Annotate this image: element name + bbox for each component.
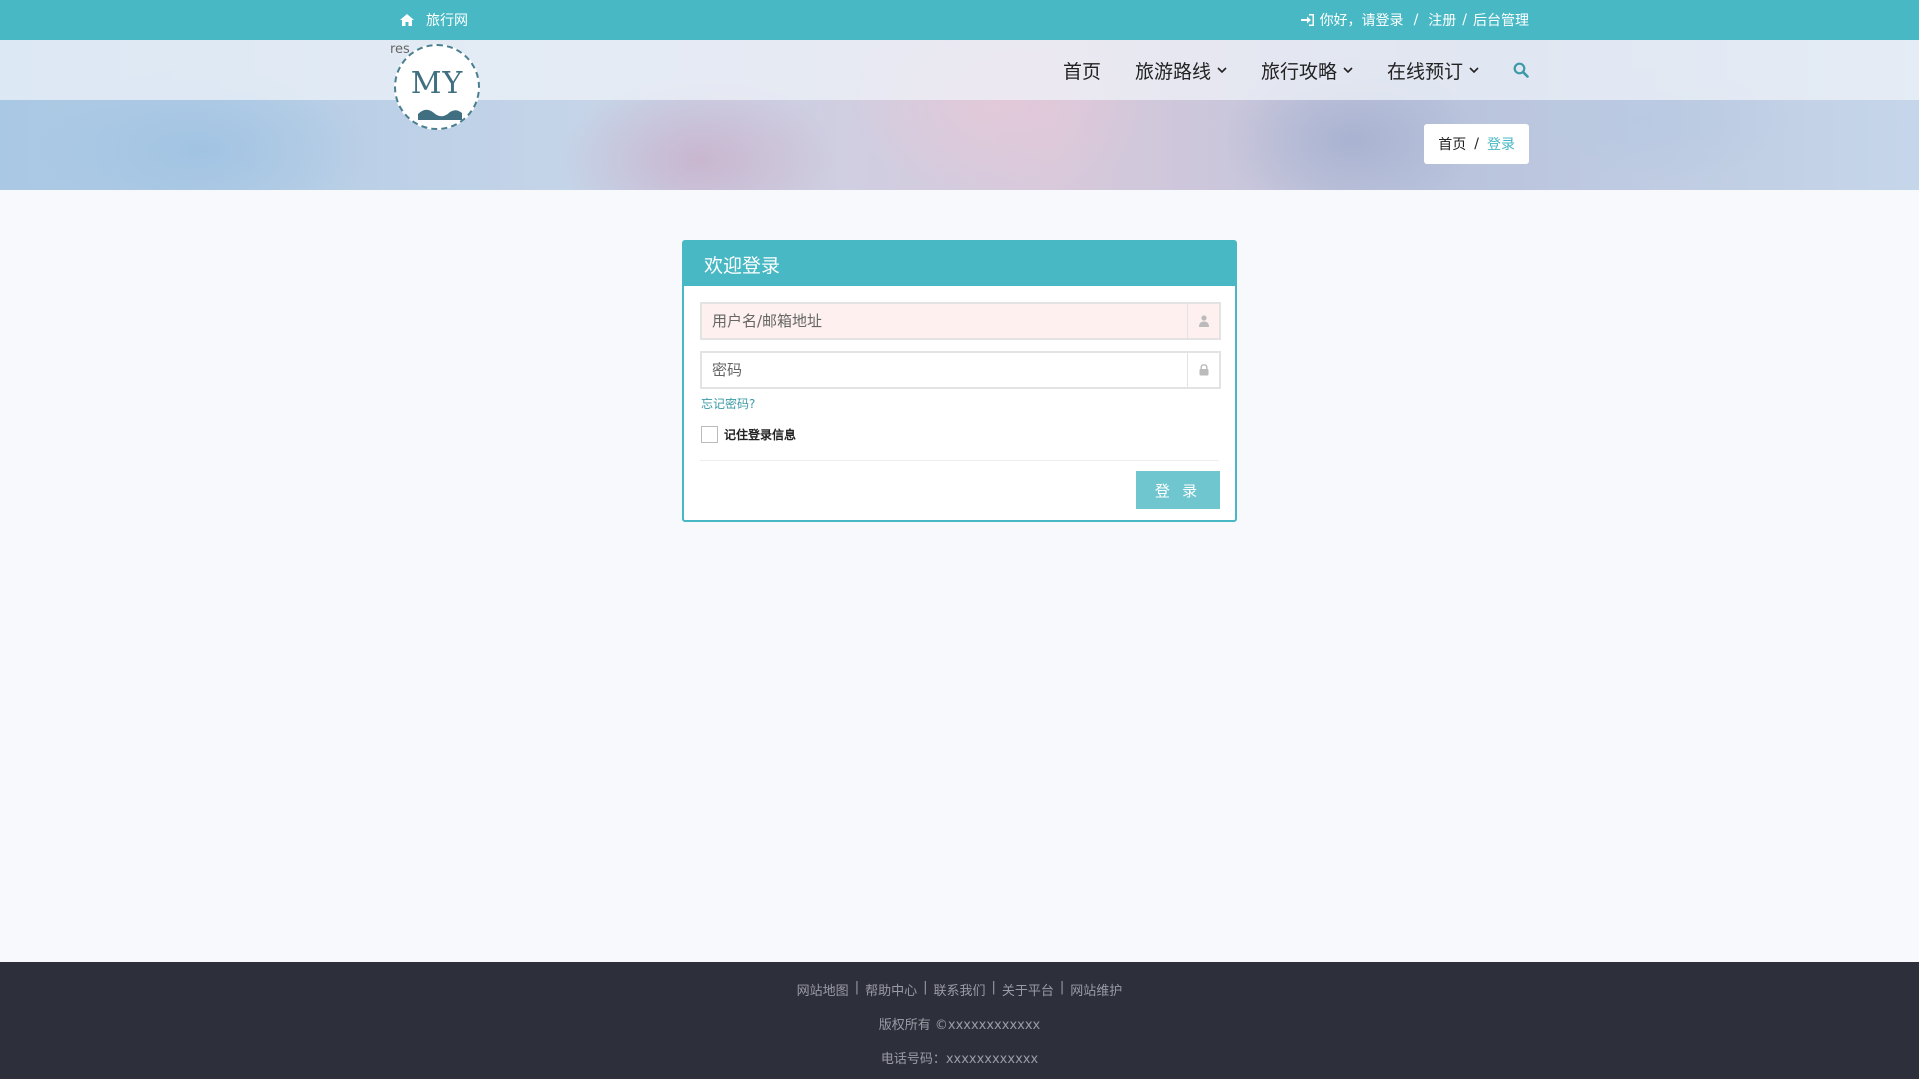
top-account-links: 你好，请登录 / 注册 / 后台管理 [1300,0,1529,40]
username-field [700,302,1221,340]
remember-me[interactable]: 记住登录信息 [701,426,796,443]
wave-icon [418,109,462,120]
footer-separator: | [854,980,860,995]
user-icon [1198,315,1209,327]
top-home-link[interactable]: 旅行网 [400,0,468,40]
footer: 网站地图 | 帮助中心 | 联系我们 | 关于平台 | 网站维护 版权所有 ©x… [0,962,1919,1079]
home-icon [400,14,414,26]
password-field [700,351,1221,389]
nav-booking-label: 在线预订 [1386,60,1463,83]
username-input[interactable] [702,304,1187,338]
footer-link-sitemap[interactable]: 网站地图 [797,980,849,999]
breadcrumb-current: 登录 [1487,137,1515,153]
site-logo[interactable]: MY res [390,42,482,130]
footer-separator: | [991,980,996,995]
divider [700,460,1219,461]
footer-link-help[interactable]: 帮助中心 [865,980,917,999]
username-addon [1187,304,1219,338]
logo-text: MY [410,65,464,101]
site-name: 旅行网 [426,13,468,29]
remember-label: 记住登录信息 [724,428,797,442]
footer-link-about[interactable]: 关于平台 [1002,980,1054,999]
nav-routes-label: 旅游路线 [1134,60,1211,83]
login-link[interactable]: 你好，请登录 [1320,10,1404,30]
logo-alt-text: res [390,42,410,57]
footer-separator: | [923,980,928,995]
nav-home-label: 首页 [1062,60,1101,83]
nav-guides-label: 旅行攻略 [1260,60,1337,83]
main-nav: 首页 旅游路线 旅行攻略 在线预订 [1063,40,1529,100]
breadcrumb-separator: / [1474,136,1479,152]
login-button[interactable]: 登 录 [1136,471,1220,509]
footer-link-maintenance[interactable]: 网站维护 [1070,980,1122,999]
sign-in-icon [1300,14,1314,26]
chevron-down-icon [1343,67,1353,74]
footer-phone: 电话号码：xxxxxxxxxxxx [880,1052,1039,1067]
nav-guides[interactable]: 旅行攻略 [1261,57,1353,84]
forgot-password-link[interactable]: 忘记密码? [701,395,755,412]
navbar [0,40,1919,100]
lock-icon [1199,364,1208,376]
footer-links: 网站地图 | 帮助中心 | 联系我们 | 关于平台 | 网站维护 [0,980,1919,999]
register-link[interactable]: 注册 [1428,10,1456,30]
remember-checkbox[interactable] [701,426,718,443]
chevron-down-icon [1217,67,1227,74]
login-title: 欢迎登录 [704,254,781,277]
chevron-down-icon [1469,67,1479,74]
separator: / [1462,12,1467,28]
footer-copyright: 版权所有 ©xxxxxxxxxxxx [878,1018,1041,1033]
login-panel-header: 欢迎登录 [684,242,1235,286]
breadcrumb-home[interactable]: 首页 [1438,134,1466,154]
nav-booking[interactable]: 在线预订 [1387,57,1479,84]
search-icon[interactable] [1513,62,1529,78]
footer-link-contact[interactable]: 联系我们 [933,980,985,999]
footer-separator: | [1059,980,1065,995]
breadcrumb: 首页 / 登录 [1424,124,1529,164]
password-addon [1187,353,1219,387]
nav-home[interactable]: 首页 [1063,57,1101,84]
nav-routes[interactable]: 旅游路线 [1135,57,1227,84]
login-panel: 欢迎登录 忘记密码? 记住登录信息 登 录 [682,240,1237,522]
password-input[interactable] [702,353,1187,387]
separator: / [1413,12,1419,28]
admin-link[interactable]: 后台管理 [1473,10,1529,30]
top-bar: 旅行网 你好，请登录 / 注册 / 后台管理 [0,0,1919,40]
